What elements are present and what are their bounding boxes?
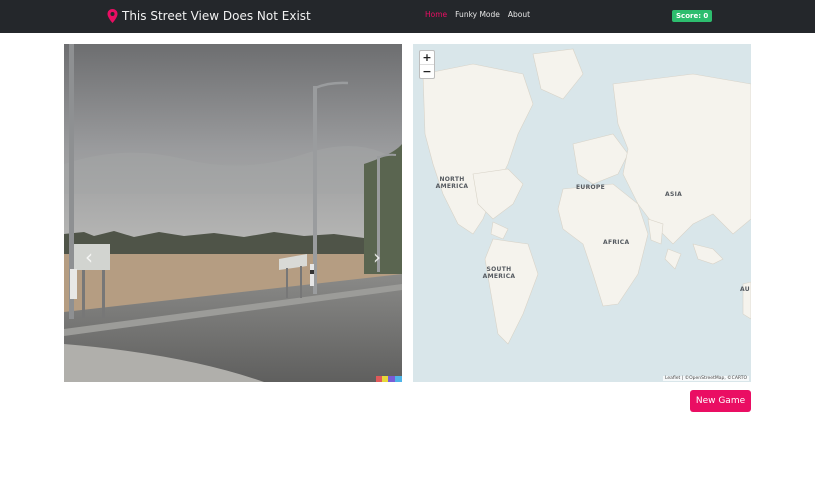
nav-home[interactable]: Home: [425, 10, 447, 19]
label-australia: AU: [740, 286, 750, 293]
label-asia: ASIA: [665, 191, 683, 198]
nav-funky-mode[interactable]: Funky Mode: [455, 10, 500, 19]
brand[interactable]: This Street View Does Not Exist: [107, 7, 311, 25]
brand-title: This Street View Does Not Exist: [122, 9, 311, 23]
new-game-button[interactable]: New Game: [690, 390, 751, 412]
label-africa: AFRICA: [603, 239, 630, 246]
chevron-right-icon[interactable]: ›: [370, 242, 384, 272]
label-europe: EUROPE: [576, 184, 605, 191]
zoom-out-button[interactable]: −: [420, 64, 434, 78]
street-view-scene: [64, 44, 402, 382]
map-tiles: [422, 48, 751, 345]
label-north-america: NORTH AMERICA: [435, 176, 469, 190]
map-attribution[interactable]: Leaflet | ©OpenStreetMap, ©CARTO: [662, 376, 749, 381]
street-view-image[interactable]: ‹ ›: [64, 44, 402, 382]
label-south-america: SOUTH AMERICA: [482, 266, 516, 280]
zoom-controls: + −: [419, 50, 435, 79]
nav-about[interactable]: About: [508, 10, 530, 19]
navbar: This Street View Does Not Exist Home Fun…: [0, 0, 815, 33]
score-badge: Score: 0: [672, 10, 713, 22]
zoom-in-button[interactable]: +: [420, 51, 434, 64]
world-map[interactable]: + − NORTH AMERICA EUROPE ASIA AFRICA SOU…: [413, 44, 751, 382]
chevron-left-icon[interactable]: ‹: [82, 242, 96, 272]
map-pin-icon: [107, 9, 118, 23]
nav-links: Home Funky Mode About: [425, 10, 530, 19]
